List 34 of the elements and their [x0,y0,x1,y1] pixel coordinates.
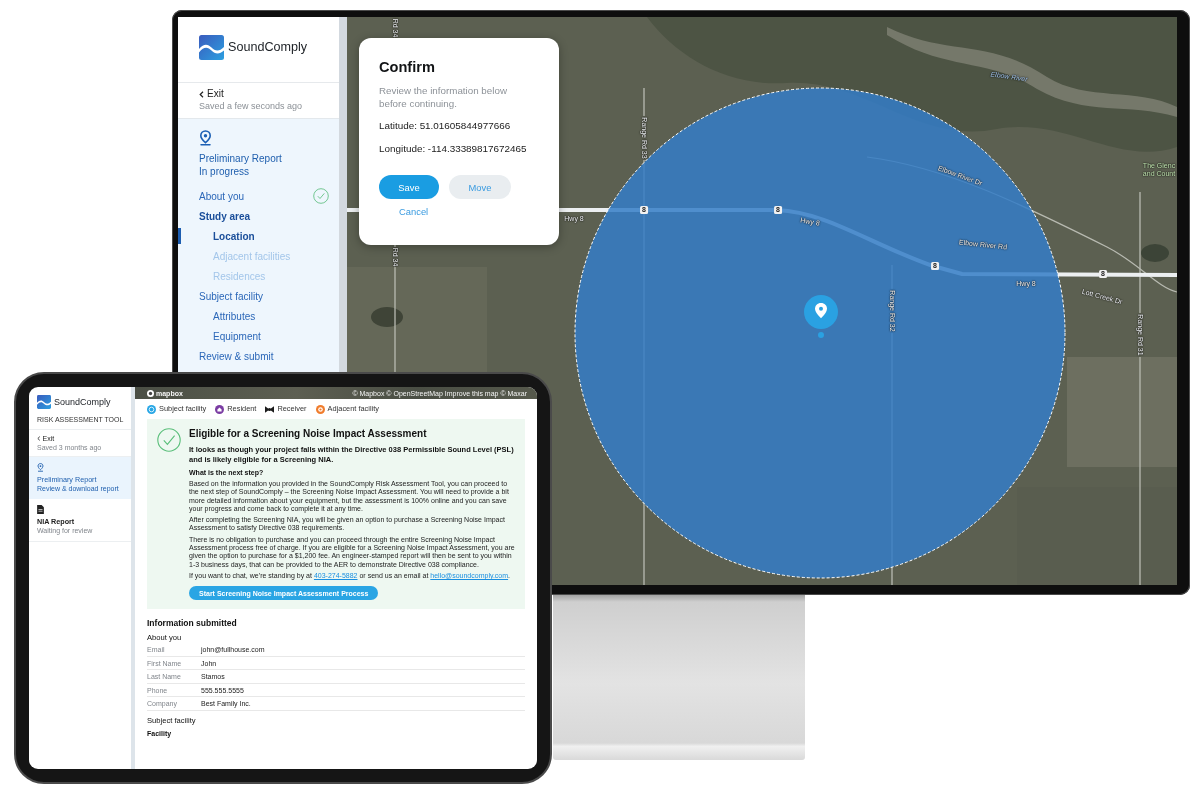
pond-patch [371,307,403,327]
brand-name: SoundComply [228,39,308,56]
pond-patch [1141,244,1169,262]
report-status: In progress [198,165,251,178]
coordinate-text: Longitude: -114.33389817672465 [379,142,527,155]
save-button[interactable]: Save [379,175,439,199]
cancel-link[interactable]: Cancel [399,206,429,218]
section-heading: Information submitted [147,618,238,629]
map-pin-icon [199,130,212,146]
brand-name: SoundComply [54,397,111,407]
nav-subitem[interactable]: Attributes [178,308,339,324]
coordinate-text: Latitude: 51.01605844977666 [379,119,511,132]
logo-icon [199,35,224,60]
check-circle-icon [157,428,181,452]
chevron-left-icon [199,90,204,98]
chevron-left-icon [37,436,41,441]
dialog-title: Confirm [379,58,435,76]
result-title: Eligible for a Screening Noise Impact Assessment [189,428,427,440]
document-icon [37,505,44,514]
nav-item[interactable]: Study area [178,208,339,224]
map-pin-icon [37,463,44,472]
nav-item[interactable]: About you [178,188,339,204]
logo-icon [37,395,51,409]
nav-subitem[interactable]: Location [178,228,339,244]
exit-link[interactable]: Exit [199,88,224,100]
location-pin-icon[interactable] [804,295,838,338]
dialog-message: Review the information below before continuing. [379,84,508,110]
map-logo-icon [147,389,154,397]
report-title: Preliminary Report [198,152,283,165]
nav-subitem[interactable]: Equipment [178,328,339,344]
nav-item[interactable]: Subject facility [178,288,339,304]
save-status: Saved a few seconds ago [199,100,303,113]
check-circle-icon [313,188,329,204]
nav-item[interactable]: Review & submit [178,348,339,364]
